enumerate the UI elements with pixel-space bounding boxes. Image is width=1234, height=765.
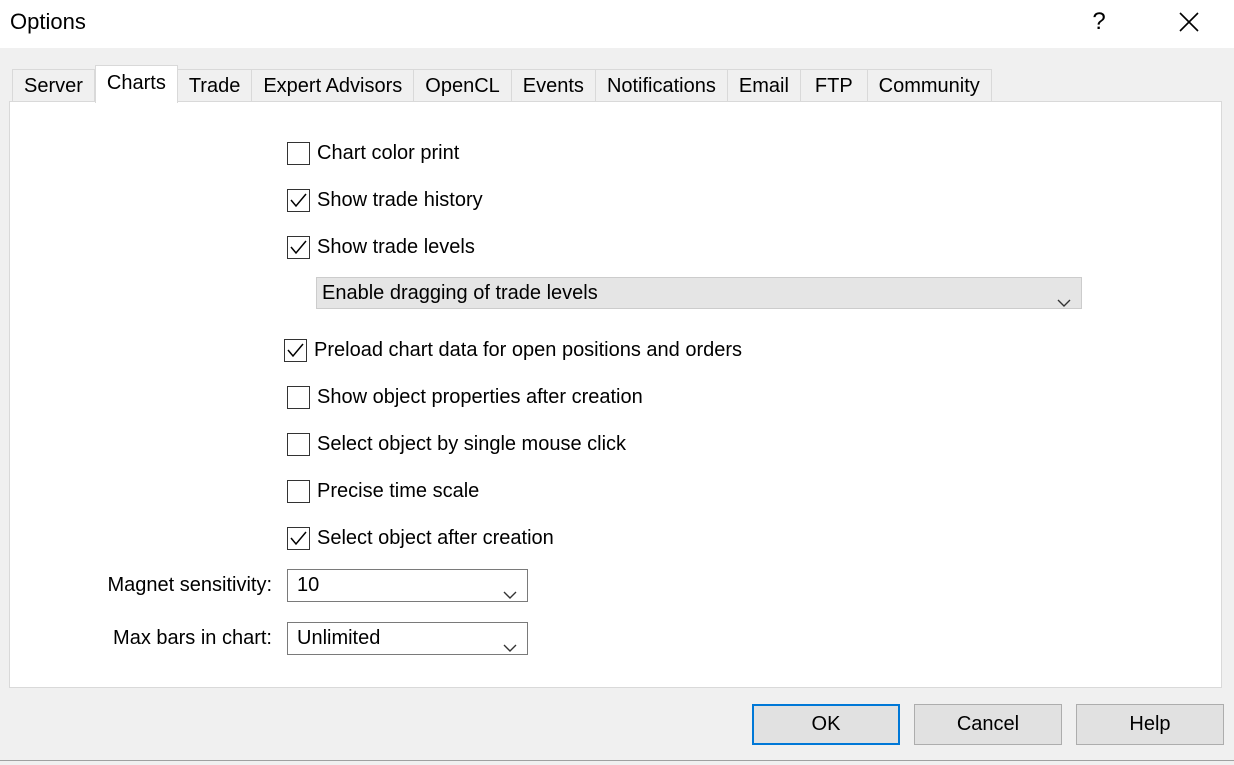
tab-expert-advisors[interactable]: Expert Advisors [252, 69, 415, 102]
magnet-sensitivity-label: Magnet sensitivity: [107, 574, 272, 596]
cancel-button[interactable]: Cancel [914, 704, 1062, 745]
preload-chart-data-checkbox[interactable] [284, 338, 307, 362]
max-bars-value: Unlimited [297, 627, 381, 649]
max-bars-label: Max bars in chart: [113, 627, 272, 649]
select-after-creation-option[interactable]: Select object after creation [287, 525, 554, 551]
ok-button[interactable]: OK [752, 704, 900, 745]
select-after-creation-label: Select object after creation [317, 527, 554, 549]
preload-chart-data-option[interactable]: Preload chart data for open positions an… [284, 337, 742, 363]
show-trade-history-checkbox[interactable] [287, 188, 310, 212]
close-icon [1179, 12, 1199, 32]
chevron-down-icon [503, 632, 517, 663]
tab-email[interactable]: Email [727, 69, 801, 102]
show-trade-levels-option[interactable]: Show trade levels [287, 234, 475, 260]
select-by-single-click-option[interactable]: Select object by single mouse click [287, 431, 626, 457]
close-button[interactable] [1166, 0, 1212, 44]
max-bars-select[interactable]: Unlimited [287, 622, 528, 655]
chevron-down-icon [1057, 287, 1071, 317]
trade-levels-mode-value: Enable dragging of trade levels [322, 282, 598, 304]
tab-community[interactable]: Community [867, 69, 992, 102]
precise-time-scale-option[interactable]: Precise time scale [287, 478, 479, 504]
tab-trade[interactable]: Trade [177, 69, 253, 102]
precise-time-scale-label: Precise time scale [317, 480, 480, 502]
bottom-divider [0, 760, 1234, 761]
select-after-creation-checkbox[interactable] [287, 526, 310, 550]
select-by-single-click-checkbox[interactable] [287, 432, 310, 456]
show-object-properties-checkbox[interactable] [287, 385, 310, 409]
help-dialog-button[interactable]: Help [1076, 704, 1224, 745]
options-dialog: Server Charts Trade Expert Advisors Open… [0, 48, 1234, 765]
title-bar: Options ? [0, 0, 1234, 48]
chevron-down-icon [503, 579, 517, 610]
tab-charts[interactable]: Charts [94, 65, 178, 103]
select-by-single-click-label: Select object by single mouse click [317, 433, 627, 455]
preload-chart-data-label: Preload chart data for open positions an… [314, 339, 743, 361]
tab-notifications[interactable]: Notifications [595, 69, 728, 102]
show-trade-levels-checkbox[interactable] [287, 235, 310, 259]
show-trade-history-label: Show trade history [317, 189, 483, 211]
show-object-properties-option[interactable]: Show object properties after creation [287, 384, 643, 410]
show-trade-history-option[interactable]: Show trade history [287, 187, 483, 213]
magnet-sensitivity-value: 10 [297, 574, 320, 596]
tab-ftp[interactable]: FTP [800, 69, 868, 102]
chart-color-print-label: Chart color print [317, 142, 460, 164]
precise-time-scale-checkbox[interactable] [287, 479, 310, 503]
chart-color-print-checkbox[interactable] [287, 141, 310, 165]
trade-levels-mode-select[interactable]: Enable dragging of trade levels [316, 277, 1082, 309]
charts-panel: Chart color print Show trade history Sho… [9, 101, 1222, 688]
tab-server[interactable]: Server [12, 69, 95, 102]
show-trade-levels-label: Show trade levels [317, 236, 475, 258]
tab-bar: Server Charts Trade Expert Advisors Open… [12, 65, 992, 103]
chart-color-print-option[interactable]: Chart color print [287, 140, 459, 166]
show-object-properties-label: Show object properties after creation [317, 386, 643, 408]
window-title: Options [10, 9, 86, 34]
help-button[interactable]: ? [1076, 0, 1122, 44]
magnet-sensitivity-select[interactable]: 10 [287, 569, 528, 602]
tab-events[interactable]: Events [511, 69, 596, 102]
tab-opencl[interactable]: OpenCL [414, 69, 512, 102]
